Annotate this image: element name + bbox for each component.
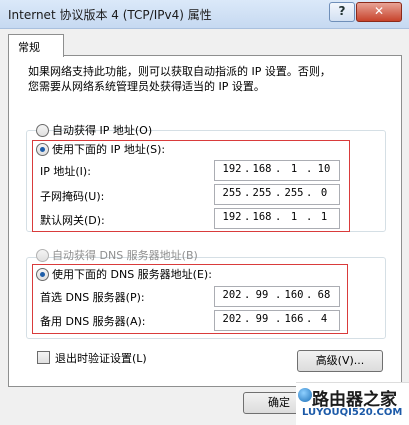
description-line-1: 如果网络支持此功能，则可以获取自动指派的 IP 设置。否则， xyxy=(28,65,331,78)
alternate-dns-octet-4[interactable]: 4 xyxy=(311,313,337,325)
subnet-mask-octet-2[interactable]: 255 xyxy=(249,187,275,199)
manual-dns-label[interactable]: 使用下面的 DNS 服务器地址(E): xyxy=(52,266,212,282)
validate-on-exit-checkbox[interactable] xyxy=(37,351,50,364)
subnet-mask-octet-4[interactable]: 0 xyxy=(311,187,337,199)
ip-address-octet-4[interactable]: 10 xyxy=(311,163,337,175)
help-button[interactable]: ? xyxy=(329,2,355,22)
default-gateway-octet-3[interactable]: 1 xyxy=(281,211,307,223)
alternate-dns-octet-2[interactable]: 99 xyxy=(249,313,275,325)
window-title: Internet 协议版本 4 (TCP/IPv4) 属性 xyxy=(8,8,212,22)
default-gateway-field[interactable]: 192 . 168 . 1 . 1 xyxy=(214,208,340,229)
globe-icon xyxy=(298,388,312,402)
alternate-dns-octet-3[interactable]: 166 xyxy=(281,313,307,325)
alternate-dns-octet-1[interactable]: 202 xyxy=(219,313,245,325)
watermark-url: LUYOUQI520.COM xyxy=(302,407,403,418)
title-bar: Internet 协议版本 4 (TCP/IPv4) 属性 ? ✕ xyxy=(0,0,409,29)
watermark-logo: 路由器之家 LUYOUQI520.COM xyxy=(296,382,409,425)
description: 如果网络支持此功能，则可以获取自动指派的 IP 设置。否则， 您需要从网络系统管… xyxy=(28,64,378,94)
subnet-mask-octet-1[interactable]: 255 xyxy=(219,187,245,199)
preferred-dns-field[interactable]: 202 . 99 . 160 . 68 xyxy=(214,286,340,307)
manual-ip-label[interactable]: 使用下面的 IP 地址(S): xyxy=(52,141,165,157)
alternate-dns-label: 备用 DNS 服务器(A): xyxy=(40,315,146,328)
preferred-dns-octet-3[interactable]: 160 xyxy=(281,289,307,301)
ip-address-octet-3[interactable]: 1 xyxy=(281,163,307,175)
advanced-button[interactable]: 高级(V)... xyxy=(297,350,383,372)
manual-dns-radio[interactable] xyxy=(36,268,49,281)
subnet-mask-field[interactable]: 255 . 255 . 255 . 0 xyxy=(214,184,340,205)
default-gateway-octet-2[interactable]: 168 xyxy=(249,211,275,223)
preferred-dns-label: 首选 DNS 服务器(P): xyxy=(40,291,145,304)
close-button[interactable]: ✕ xyxy=(356,2,402,22)
validate-on-exit-label[interactable]: 退出时验证设置(L) xyxy=(55,350,147,366)
default-gateway-octet-4[interactable]: 1 xyxy=(311,211,337,223)
preferred-dns-octet-4[interactable]: 68 xyxy=(311,289,337,301)
subnet-mask-label: 子网掩码(U): xyxy=(40,190,105,203)
default-gateway-label: 默认网关(D): xyxy=(40,214,105,227)
ip-address-field[interactable]: 192 . 168 . 1 . 10 xyxy=(214,160,340,181)
default-gateway-octet-1[interactable]: 192 xyxy=(219,211,245,223)
preferred-dns-octet-2[interactable]: 99 xyxy=(249,289,275,301)
alternate-dns-field[interactable]: 202 . 99 . 166 . 4 xyxy=(214,310,340,331)
auto-dns-label[interactable]: 自动获得 DNS 服务器地址(B) xyxy=(52,247,198,263)
manual-ip-radio[interactable] xyxy=(36,143,49,156)
tab-general-label: 常规 xyxy=(18,41,40,54)
auto-ip-label[interactable]: 自动获得 IP 地址(O) xyxy=(52,122,152,138)
auto-ip-radio[interactable] xyxy=(36,124,49,137)
subnet-mask-octet-3[interactable]: 255 xyxy=(281,187,307,199)
ip-address-label: IP 地址(I): xyxy=(40,165,91,178)
tab-general[interactable]: 常规 xyxy=(8,34,64,57)
description-line-2: 您需要从网络系统管理员处获得适当的 IP 设置。 xyxy=(28,80,265,93)
preferred-dns-octet-1[interactable]: 202 xyxy=(219,289,245,301)
ip-address-octet-1[interactable]: 192 xyxy=(219,163,245,175)
auto-dns-radio[interactable] xyxy=(36,249,49,262)
ip-address-octet-2[interactable]: 168 xyxy=(249,163,275,175)
